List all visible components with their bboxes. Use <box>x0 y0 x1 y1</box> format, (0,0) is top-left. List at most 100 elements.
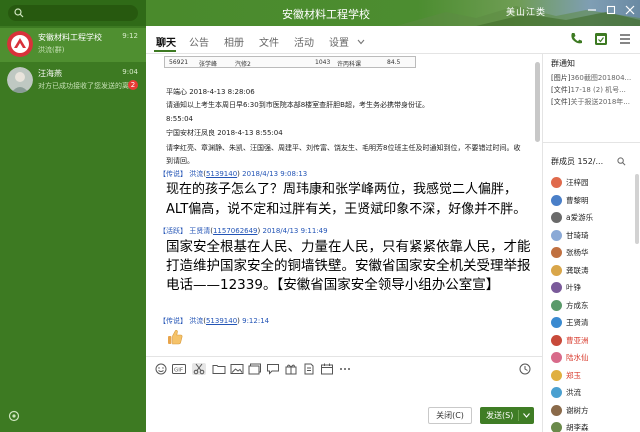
smile-icon[interactable] <box>154 363 168 375</box>
chevron-down-icon[interactable] <box>523 413 530 418</box>
chat-subtitle: 对方已成功接收了您发送的离线文件 <box>38 82 130 90</box>
gif-icon[interactable]: GIF <box>172 363 186 375</box>
window-title: 安徽材料工程学校 <box>282 8 370 21</box>
message-input[interactable] <box>146 380 542 432</box>
settings-icon[interactable] <box>8 410 20 422</box>
send-button-label: 发送(S) <box>486 411 514 420</box>
sender-qq-link[interactable]: 5139140 <box>206 317 237 325</box>
gift-icon[interactable] <box>284 363 298 375</box>
sender-name[interactable]: 王贤清 <box>189 227 210 235</box>
scissors-icon[interactable] <box>192 363 206 375</box>
minimize-icon[interactable] <box>586 4 598 16</box>
send-button-divider <box>518 410 519 421</box>
member-name: 洪流 <box>566 388 581 397</box>
tab-album[interactable]: 相册 <box>224 34 244 49</box>
search-icon[interactable] <box>617 157 626 166</box>
chat-sidebar: 安徽材料工程学校 洪流(群) 9:12 汪海燕 对方已成功接收了您发送的离线文件… <box>0 0 146 432</box>
tab-chat[interactable]: 聊天 <box>156 34 176 49</box>
member-item[interactable]: 叶铮 <box>551 281 637 295</box>
member-item[interactable]: 郑玉 <box>551 369 637 383</box>
calendar-app-icon[interactable] <box>593 31 609 47</box>
member-item[interactable]: 龚联涛 <box>551 264 637 278</box>
contact-avatar <box>7 67 33 93</box>
member-name: a爱游乐 <box>566 213 594 222</box>
chat-subtitle: 洪流(群) <box>38 46 65 54</box>
member-item[interactable]: 陆水仙 <box>551 351 637 365</box>
member-item[interactable]: 曹亚洲 <box>551 334 637 348</box>
member-name: 叶铮 <box>566 283 581 292</box>
phone-icon[interactable] <box>568 31 584 47</box>
sender-name[interactable]: 洪流 <box>189 317 203 325</box>
member-avatar <box>551 299 562 311</box>
tab-settings[interactable]: 设置 <box>329 34 349 49</box>
message-scrollbar[interactable] <box>535 62 540 142</box>
sender-qq-link[interactable]: 1157062649 <box>213 227 258 235</box>
calendar-icon[interactable] <box>320 363 334 375</box>
group-notice-item[interactable]: [图片]360截图201804... <box>551 73 637 83</box>
tab-activities[interactable]: 活动 <box>294 34 314 49</box>
message-time: 2018/4/13 9:11:49 <box>262 227 328 235</box>
active-tab-indicator <box>154 50 176 52</box>
send-button[interactable]: 发送(S) <box>480 407 534 424</box>
member-name: 龚联涛 <box>566 265 589 275</box>
search-icon <box>14 8 24 18</box>
group-avatar <box>7 31 33 57</box>
document-icon[interactable] <box>302 363 316 375</box>
table-cell: 张学峰 <box>199 61 218 68</box>
group-notice-item[interactable]: [文件]17-18 (2) 机号... <box>551 85 637 95</box>
more-options-icon[interactable] <box>617 31 633 47</box>
notice-tag: [文件] <box>551 86 571 94</box>
sender-name[interactable]: 洪流 <box>189 170 203 178</box>
member-avatar <box>551 352 562 363</box>
search-input[interactable] <box>8 5 138 21</box>
message-time: 2018/4/13 9:08:13 <box>242 170 308 178</box>
member-item[interactable]: 甘琦琦 <box>551 229 637 243</box>
search-row <box>0 0 146 26</box>
notice-text: 360截图201804... <box>570 74 632 82</box>
member-name: 曹黎明 <box>566 195 589 205</box>
shared-table-image[interactable]: 56921 张学峰 汽修2 1043 许丙科课 84.5 <box>164 56 416 68</box>
image-icon[interactable] <box>230 363 244 375</box>
table-cell: 84.5 <box>387 59 401 66</box>
forwarded-notice-line: 请通知以上考生本周日早6:30到市医院本部8楼室查肝胆B超，考生务必携带身份证。 <box>166 101 429 109</box>
group-info-panel: 群通知 [图片]360截图201804... [文件]17-18 (2) 机号.… <box>542 54 640 432</box>
member-item[interactable]: a爱游乐 <box>551 211 637 225</box>
close-icon[interactable] <box>624 4 636 16</box>
member-item[interactable]: 汪梓园 <box>551 176 637 190</box>
window-controls <box>586 4 636 16</box>
message-text: 国家安全根基在人民、力量在人民，只有紧紧依靠人民，才能打造维护国家安全的铜墙铁壁… <box>166 239 531 293</box>
chat-name: 汪海燕 <box>38 69 62 78</box>
table-cell: 许丙科课 <box>337 61 362 68</box>
member-list-scrollbar[interactable] <box>635 174 639 244</box>
chat-list-item-group[interactable]: 安徽材料工程学校 洪流(群) 9:12 <box>0 28 146 62</box>
member-avatar <box>551 212 562 223</box>
message-header: 【传说】 洪流(5139140) 2018/4/13 9:08:13 <box>159 170 308 178</box>
message-list[interactable]: 56921 张学峰 汽修2 1043 许丙科课 84.5 平端心 2018-4-… <box>146 54 542 356</box>
message-header: 【传说】 洪流(5139140) 9:12:14 <box>159 317 270 325</box>
gallery-icon[interactable] <box>248 363 262 375</box>
member-item[interactable]: 方成东 <box>551 299 637 313</box>
member-item[interactable]: 张杨华 <box>551 246 637 260</box>
message-header: 【活跃】 王贤清(1157062649) 2018/4/13 9:11:49 <box>159 227 328 235</box>
member-item[interactable]: 谢树方 <box>551 404 637 418</box>
member-name: 汪梓园 <box>566 178 589 187</box>
close-button[interactable]: 关闭(C) <box>428 407 472 424</box>
history-icon[interactable] <box>518 363 532 375</box>
more-icon[interactable] <box>338 363 352 375</box>
member-item[interactable]: 洪流 <box>551 386 637 400</box>
tab-files[interactable]: 文件 <box>259 34 279 49</box>
chat-bubble-icon[interactable] <box>266 363 280 375</box>
chevron-down-icon[interactable] <box>357 39 365 45</box>
maximize-icon[interactable] <box>605 4 617 16</box>
member-avatar <box>551 404 562 416</box>
sender-qq-link[interactable]: 5139140 <box>206 170 237 178</box>
svg-text:GIF: GIF <box>174 368 183 374</box>
group-notice-item[interactable]: [文件]关于报送2018年... <box>551 97 637 107</box>
folder-icon[interactable] <box>212 363 226 375</box>
chat-list-item-contact[interactable]: 汪海燕 对方已成功接收了您发送的离线文件 9:04 2 <box>0 64 146 98</box>
member-item[interactable]: 胡李森 <box>551 421 637 432</box>
member-avatar <box>551 387 562 398</box>
member-item[interactable]: 王贤清 <box>551 316 637 330</box>
tab-announcements[interactable]: 公告 <box>189 34 209 49</box>
member-item[interactable]: 曹黎明 <box>551 194 637 208</box>
